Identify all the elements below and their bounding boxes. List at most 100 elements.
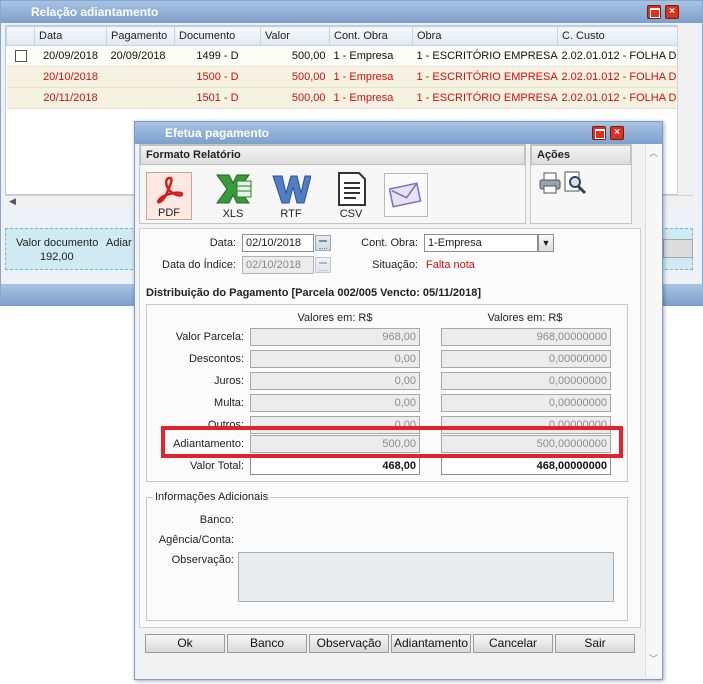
- multa-field-2: 0,00000000: [441, 394, 611, 412]
- cancelar-button[interactable]: Cancelar: [473, 634, 553, 653]
- situacao-value: Falta nota: [426, 259, 475, 271]
- cell-documento: 1499 - D: [174, 45, 261, 67]
- calendar-icon[interactable]: [315, 235, 331, 251]
- valores-header-1: Valores em: R$: [297, 312, 373, 324]
- rtf-button[interactable]: RTF: [268, 172, 314, 220]
- dialog-vertical-scrollbar[interactable]: ︿ ﹀: [645, 144, 662, 677]
- rtf-label: RTF: [280, 208, 302, 220]
- adiantamento-button[interactable]: Adiantamento: [391, 634, 471, 653]
- valor-total-label: Valor Total:: [189, 460, 244, 472]
- scroll-up-icon[interactable]: ︿: [649, 146, 658, 159]
- cell-valor: 500,00: [260, 45, 330, 67]
- observacao-button[interactable]: Observação: [309, 634, 389, 653]
- csv-button[interactable]: CSV: [328, 172, 374, 220]
- formato-relatorio-header: Formato Relatório: [140, 145, 525, 165]
- close-icon[interactable]: ×: [610, 126, 624, 140]
- cont-obra-label: Cont. Obra:: [361, 237, 418, 249]
- observacao-label: Observação:: [171, 554, 234, 566]
- cell-data: 20/10/2018: [34, 66, 107, 88]
- cont-obra-select[interactable]: 1-Empresa: [424, 234, 538, 252]
- efetua-pagamento-dialog: Efetua pagamento × Formato Relatório PDF…: [134, 121, 663, 680]
- rtf-icon: [272, 175, 311, 204]
- cell-data: 20/11/2018: [34, 87, 107, 109]
- maximize-icon[interactable]: [592, 126, 606, 140]
- close-icon[interactable]: ×: [665, 5, 679, 19]
- dialog-title: Efetua pagamento: [165, 126, 270, 140]
- xls-label: XLS: [222, 208, 244, 220]
- cell-cont-obra: 1 - Empresa: [329, 87, 413, 109]
- maximize-icon[interactable]: [647, 5, 661, 19]
- ok-button[interactable]: Ok: [145, 634, 225, 653]
- acoes-panel: Ações: [530, 144, 632, 224]
- cell-pagamento: [106, 87, 175, 109]
- csv-icon: [338, 172, 366, 206]
- cell-c-custo: 2.02.01.012 - FOLHA DE: [557, 66, 692, 88]
- observacao-textarea[interactable]: [238, 552, 614, 602]
- xls-button[interactable]: XLS: [210, 172, 256, 220]
- juros-field: 0,00: [250, 372, 420, 390]
- descontos-field: 0,00: [250, 350, 420, 368]
- data-label: Data:: [209, 237, 236, 249]
- banco-label: Banco:: [199, 514, 234, 526]
- dialog-titlebar: Efetua pagamento ×: [135, 122, 662, 144]
- data-indice-label: Data do Índice:: [162, 259, 236, 271]
- pdf-label: PDF: [158, 207, 180, 219]
- partial-button[interactable]: [663, 239, 693, 258]
- column-header-cont-obra[interactable]: Cont. Obra: [329, 26, 413, 46]
- acoes-header: Ações: [531, 145, 631, 165]
- formato-relatorio-panel: Formato Relatório PDF XLS RTF CSV: [139, 144, 526, 224]
- column-header-valor[interactable]: Valor: [260, 26, 330, 46]
- scroll-left-icon[interactable]: ◀: [9, 196, 16, 207]
- data-indice-field: 02/10/2018: [242, 256, 314, 274]
- calendar-icon: [315, 257, 331, 273]
- valor-parcela-field: 968,00: [250, 328, 420, 346]
- column-header-documento[interactable]: Documento: [174, 26, 261, 46]
- sair-button[interactable]: Sair: [555, 634, 635, 653]
- data-field[interactable]: 02/10/2018: [242, 234, 314, 252]
- scroll-down-icon[interactable]: ﹀: [649, 652, 658, 665]
- cell-obra: 1 - ESCRITÓRIO EMPRESA: [412, 87, 558, 109]
- situacao-label: Situação:: [372, 259, 418, 271]
- valor-parcela-label: Valor Parcela:: [175, 331, 244, 343]
- chevron-down-icon[interactable]: ▼: [538, 234, 554, 252]
- cell-pagamento: [106, 66, 175, 88]
- cell-cont-obra: 1 - Empresa: [329, 66, 413, 88]
- csv-label: CSV: [339, 208, 363, 220]
- valor-documento-label: Valor documento: [16, 237, 99, 249]
- table-vertical-scrollbar[interactable]: [677, 25, 693, 195]
- window-titlebar: Relação adiantamento ×: [1, 1, 702, 23]
- column-header-obra[interactable]: Obra: [412, 26, 558, 46]
- agencia-conta-label: Agência/Conta:: [158, 534, 234, 546]
- pdf-button[interactable]: PDF: [146, 172, 192, 220]
- column-header-data[interactable]: Data: [34, 26, 107, 46]
- multa-label: Multa:: [214, 397, 244, 409]
- adiar-label: Adiar: [106, 237, 132, 249]
- valores-header-2: Valores em: R$: [487, 312, 563, 324]
- valor-parcela-field-2: 968,00000000: [441, 328, 611, 346]
- table-row[interactable]: 20/09/2018 20/09/2018 1499 - D 500,00 1 …: [6, 45, 692, 67]
- cell-documento: 1500 - D: [174, 66, 261, 88]
- multa-field: 0,00: [250, 394, 420, 412]
- column-header-c-custo[interactable]: C. Custo: [557, 26, 692, 46]
- cell-cont-obra: 1 - Empresa: [329, 45, 413, 67]
- cell-documento: 1501 - D: [174, 87, 261, 109]
- column-header-pagamento[interactable]: Pagamento: [106, 26, 175, 46]
- print-preview-icon[interactable]: [563, 171, 587, 195]
- column-header-select: [6, 26, 35, 46]
- valor-total-field: 468,00: [250, 457, 420, 475]
- email-button[interactable]: [384, 173, 428, 217]
- table-row[interactable]: 20/10/2018 1500 - D 500,00 1 - Empresa 1…: [6, 66, 692, 88]
- window-title: Relação adiantamento: [31, 5, 159, 19]
- printer-icon[interactable]: [539, 172, 561, 194]
- valor-total-field-2: 468,00000000: [441, 457, 611, 475]
- distribuicao-title: Distribuição do Pagamento [Parcela 002/0…: [146, 287, 482, 299]
- cell-c-custo: 2.02.01.012 - FOLHA DE: [557, 87, 692, 109]
- dialog-button-bar: Ok Banco Observação Adiantamento Cancela…: [145, 634, 639, 654]
- cell-data: 20/09/2018: [34, 45, 107, 67]
- cell-valor: 500,00: [260, 66, 330, 88]
- descontos-field-2: 0,00000000: [441, 350, 611, 368]
- row-checkbox[interactable]: [14, 50, 27, 63]
- banco-button[interactable]: Banco: [227, 634, 307, 653]
- cell-c-custo: 2.02.01.012 - FOLHA DE: [557, 45, 692, 67]
- table-row[interactable]: 20/11/2018 1501 - D 500,00 1 - Empresa 1…: [6, 87, 692, 109]
